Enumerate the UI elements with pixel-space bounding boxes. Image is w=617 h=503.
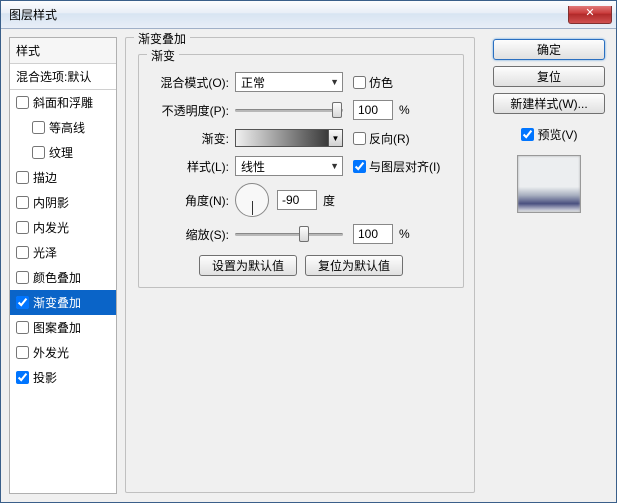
content-area: 样式 混合选项:默认 斜面和浮雕等高线纹理描边内阴影内发光光泽颜色叠加渐变叠加图… — [1, 29, 616, 502]
inner-legend: 渐变 — [147, 47, 179, 64]
style-item-label: 描边 — [33, 169, 57, 186]
style-select[interactable]: 线性 ▼ — [235, 156, 343, 176]
style-item-label: 光泽 — [33, 244, 57, 261]
gradient-dropdown[interactable]: ▼ — [329, 129, 343, 147]
style-checkbox[interactable] — [16, 221, 29, 234]
style-item-9[interactable]: 图案叠加 — [10, 315, 116, 340]
style-checkbox[interactable] — [16, 271, 29, 284]
styles-header: 样式 — [10, 38, 116, 64]
right-button-panel: 确定 复位 新建样式(W)... 预览(V) — [490, 37, 608, 494]
style-item-11[interactable]: 投影 — [10, 365, 116, 390]
layer-style-dialog: 图层样式 ✕ 样式 混合选项:默认 斜面和浮雕等高线纹理描边内阴影内发光光泽颜色… — [0, 0, 617, 503]
style-checkbox[interactable] — [16, 346, 29, 359]
blend-mode-label: 混合模式(O): — [149, 74, 235, 91]
style-item-5[interactable]: 内发光 — [10, 215, 116, 240]
angle-dial[interactable] — [235, 183, 269, 217]
outer-legend: 渐变叠加 — [134, 30, 190, 47]
align-checkbox[interactable]: 与图层对齐(I) — [353, 158, 440, 175]
blend-mode-select[interactable]: 正常 ▼ — [235, 72, 343, 92]
blend-options-item[interactable]: 混合选项:默认 — [10, 64, 116, 90]
style-checkbox[interactable] — [32, 121, 45, 134]
align-check-input[interactable] — [353, 160, 366, 173]
ok-button[interactable]: 确定 — [493, 39, 605, 60]
scale-input[interactable] — [353, 224, 393, 244]
reverse-check-input[interactable] — [353, 132, 366, 145]
gradient-overlay-group: 渐变叠加 渐变 混合模式(O): 正常 ▼ 仿色 — [125, 37, 475, 493]
settings-panel: 渐变叠加 渐变 混合模式(O): 正常 ▼ 仿色 — [125, 37, 482, 494]
set-default-button[interactable]: 设置为默认值 — [199, 255, 297, 276]
style-item-3[interactable]: 描边 — [10, 165, 116, 190]
style-item-4[interactable]: 内阴影 — [10, 190, 116, 215]
style-item-label: 等高线 — [49, 119, 85, 136]
style-label: 样式(L): — [149, 158, 235, 175]
style-item-7[interactable]: 颜色叠加 — [10, 265, 116, 290]
preview-thumbnail — [517, 155, 581, 213]
window-title: 图层样式 — [9, 6, 57, 23]
cancel-button[interactable]: 复位 — [493, 66, 605, 87]
scale-unit: % — [399, 227, 410, 241]
dither-label: 仿色 — [369, 74, 393, 91]
new-style-button[interactable]: 新建样式(W)... — [493, 93, 605, 114]
titlebar: 图层样式 ✕ — [1, 1, 616, 29]
slider-thumb[interactable] — [299, 226, 309, 242]
blend-mode-value: 正常 — [241, 74, 265, 91]
style-item-label: 内阴影 — [33, 194, 69, 211]
style-checkbox[interactable] — [16, 371, 29, 384]
slider-thumb[interactable] — [332, 102, 342, 118]
style-checkbox[interactable] — [16, 296, 29, 309]
gradient-group: 渐变 混合模式(O): 正常 ▼ 仿色 — [138, 54, 464, 288]
style-item-label: 图案叠加 — [33, 319, 81, 336]
style-item-label: 内发光 — [33, 219, 69, 236]
angle-indicator — [252, 201, 253, 215]
style-checkbox[interactable] — [16, 321, 29, 334]
style-item-label: 斜面和浮雕 — [33, 94, 93, 111]
style-checkbox[interactable] — [16, 196, 29, 209]
gradient-swatch[interactable] — [235, 129, 329, 147]
opacity-label: 不透明度(P): — [149, 102, 235, 119]
style-checkbox[interactable] — [16, 171, 29, 184]
style-checkbox[interactable] — [32, 146, 45, 159]
style-checkbox[interactable] — [16, 246, 29, 259]
angle-label: 角度(N): — [149, 192, 235, 209]
style-item-0[interactable]: 斜面和浮雕 — [10, 90, 116, 115]
style-item-6[interactable]: 光泽 — [10, 240, 116, 265]
style-item-label: 纹理 — [49, 144, 73, 161]
reverse-checkbox[interactable]: 反向(R) — [353, 130, 410, 147]
scale-slider[interactable] — [235, 225, 343, 243]
style-item-label: 渐变叠加 — [33, 294, 81, 311]
preview-label: 预览(V) — [538, 126, 578, 143]
style-item-1[interactable]: 等高线 — [10, 115, 116, 140]
style-checkbox[interactable] — [16, 96, 29, 109]
preview-check-input[interactable] — [521, 128, 534, 141]
style-item-label: 颜色叠加 — [33, 269, 81, 286]
chevron-down-icon: ▼ — [330, 77, 339, 87]
angle-unit: 度 — [323, 192, 335, 209]
close-button[interactable]: ✕ — [568, 6, 612, 24]
styles-list-panel: 样式 混合选项:默认 斜面和浮雕等高线纹理描边内阴影内发光光泽颜色叠加渐变叠加图… — [9, 37, 117, 494]
preview-checkbox[interactable]: 预览(V) — [521, 126, 578, 143]
reverse-label: 反向(R) — [369, 130, 410, 147]
style-value: 线性 — [241, 158, 265, 175]
gradient-label: 渐变: — [149, 130, 235, 147]
style-item-label: 外发光 — [33, 344, 69, 361]
reset-default-button[interactable]: 复位为默认值 — [305, 255, 403, 276]
align-label: 与图层对齐(I) — [369, 158, 440, 175]
opacity-slider[interactable] — [235, 101, 343, 119]
style-item-8[interactable]: 渐变叠加 — [10, 290, 116, 315]
angle-input[interactable] — [277, 190, 317, 210]
chevron-down-icon: ▼ — [330, 161, 339, 171]
style-item-label: 投影 — [33, 369, 57, 386]
dither-checkbox[interactable]: 仿色 — [353, 74, 393, 91]
style-item-2[interactable]: 纹理 — [10, 140, 116, 165]
blend-options-label: 混合选项:默认 — [16, 68, 91, 85]
style-item-10[interactable]: 外发光 — [10, 340, 116, 365]
opacity-input[interactable] — [353, 100, 393, 120]
opacity-unit: % — [399, 103, 410, 117]
dither-check-input[interactable] — [353, 76, 366, 89]
scale-label: 缩放(S): — [149, 226, 235, 243]
